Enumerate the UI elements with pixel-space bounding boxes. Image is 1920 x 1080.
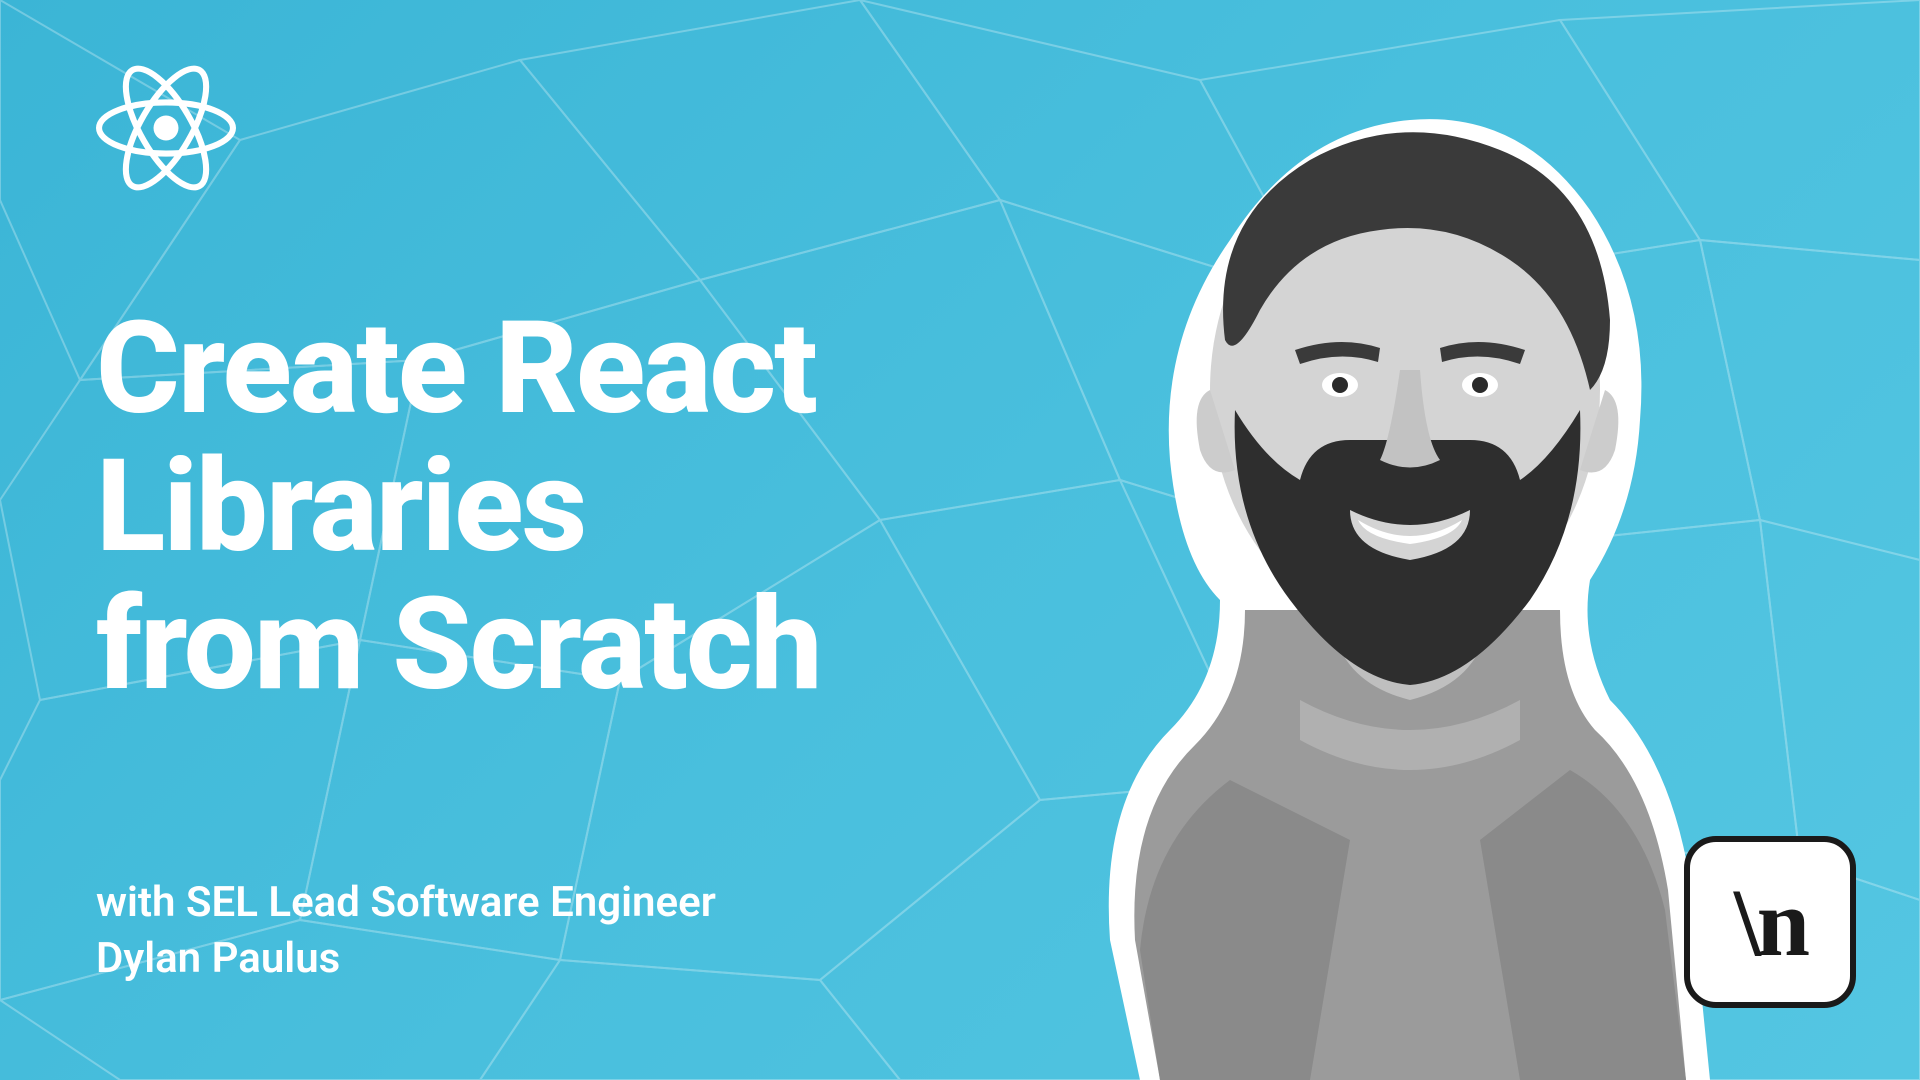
react-icon xyxy=(96,58,236,198)
title-line-2: Libraries xyxy=(96,438,821,576)
brand-badge: \n xyxy=(1684,836,1856,1008)
byline: with SEL Lead Software Engineer Dylan Pa… xyxy=(96,875,716,988)
course-thumbnail: Create React Libraries from Scratch with… xyxy=(0,0,1920,1080)
byline-role: with SEL Lead Software Engineer xyxy=(96,875,716,932)
instructor-portrait xyxy=(1050,40,1730,1080)
byline-name: Dylan Paulus xyxy=(96,931,716,988)
title-line-1: Create React xyxy=(96,300,821,438)
course-title: Create React Libraries from Scratch xyxy=(96,300,821,715)
title-line-3: from Scratch xyxy=(96,576,821,714)
brand-badge-text: \n xyxy=(1684,836,1856,1008)
